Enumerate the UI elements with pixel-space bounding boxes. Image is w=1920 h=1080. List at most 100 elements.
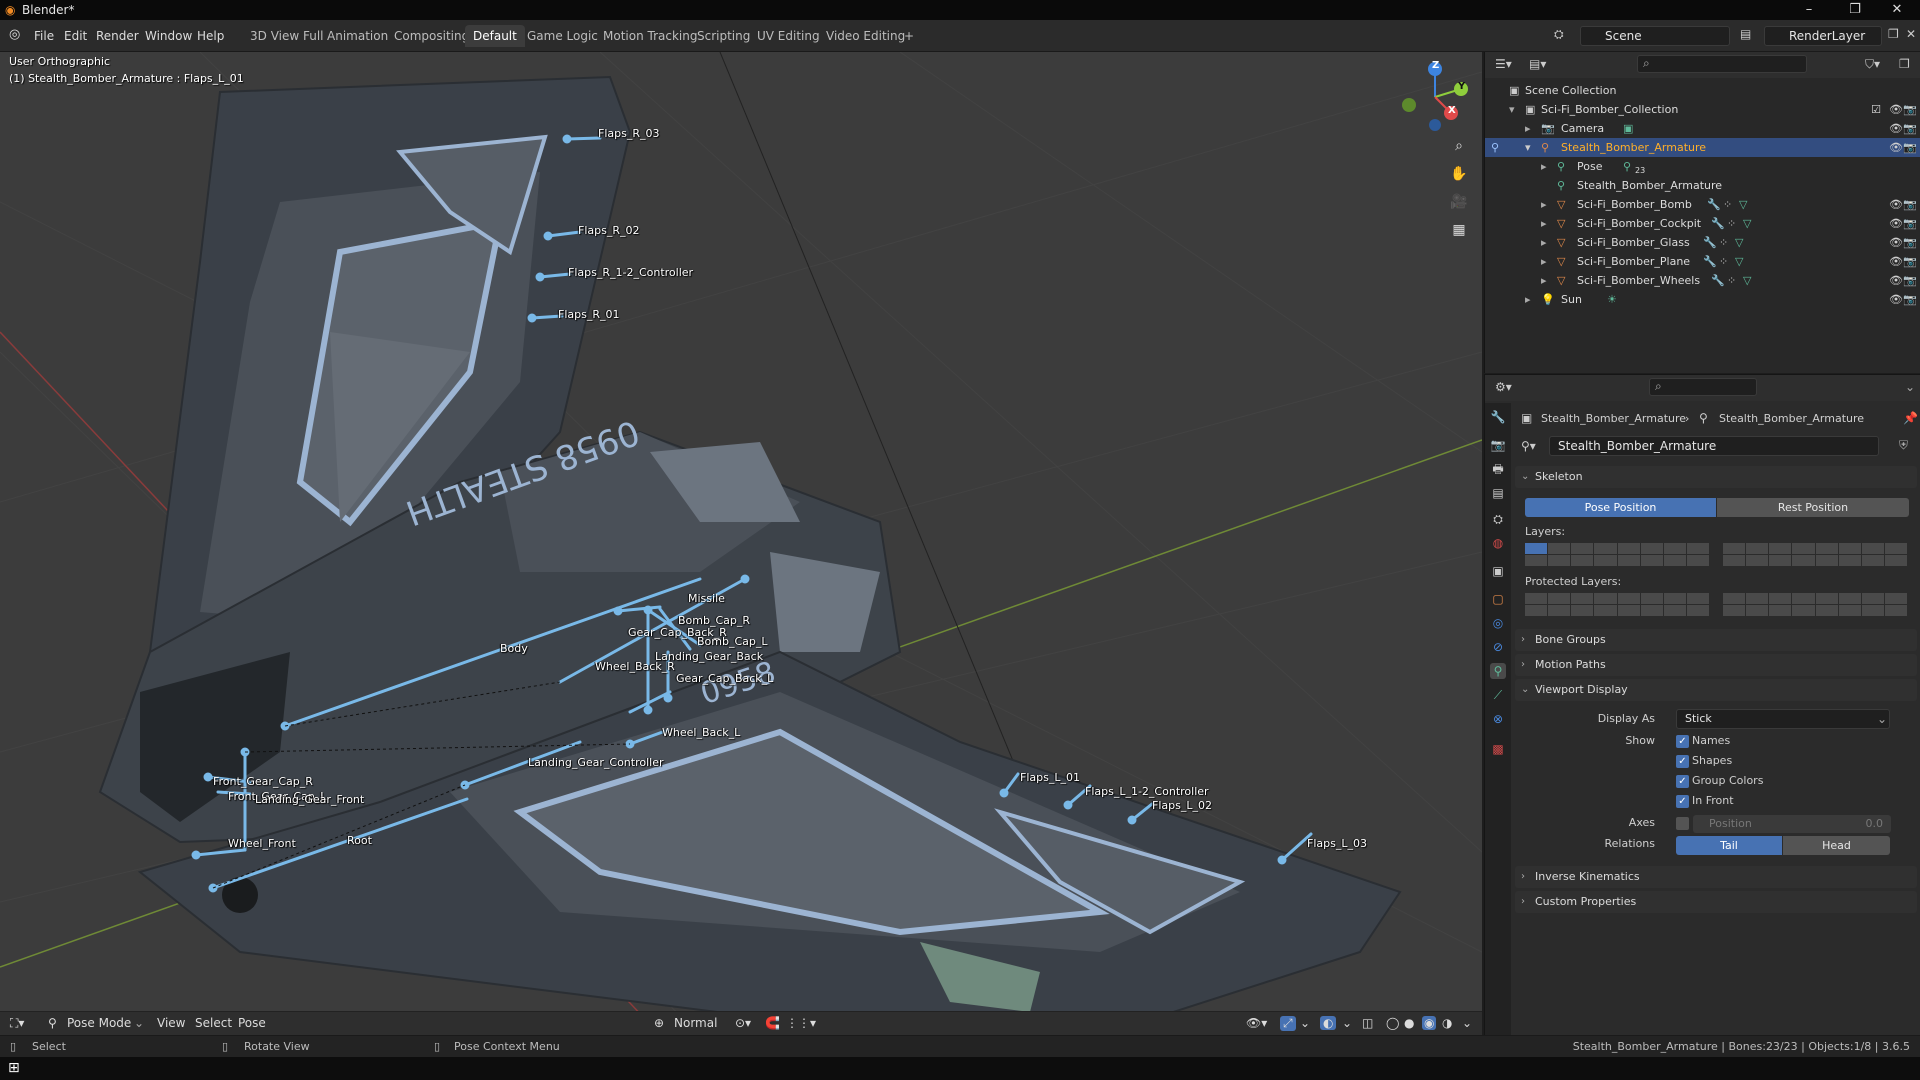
bone-label[interactable]: Wheel_Back_R (595, 660, 675, 673)
blender-menu-icon[interactable]: ◎ (9, 27, 20, 42)
expand-arrow-icon[interactable]: ▸ (1525, 119, 1531, 138)
gizmo-toggle-icon[interactable]: ⤢ (1280, 1016, 1296, 1031)
render-tab-icon[interactable]: 📷 (1490, 437, 1506, 453)
shading-rendered-icon[interactable]: ◑ (1442, 1016, 1452, 1030)
bone-label[interactable]: Wheel_Front (228, 837, 296, 850)
minimize-button[interactable]: – (1786, 0, 1832, 20)
expand-arrow-icon[interactable]: ▾ (1525, 138, 1531, 157)
names-checkbox[interactable]: ✓ (1676, 735, 1689, 748)
bone-label[interactable]: Landing_Gear_Controller (528, 756, 664, 769)
axes-checkbox[interactable] (1676, 817, 1689, 830)
pin-icon[interactable]: 📌 (1903, 411, 1918, 425)
render-camera-icon[interactable]: 📷 (1903, 119, 1917, 138)
mesh-data-icon[interactable]: ▽ (1743, 271, 1751, 290)
mesh-data-icon[interactable]: ▽ (1739, 195, 1747, 214)
sun-data-icon[interactable]: ☀ (1607, 290, 1617, 309)
menu-edit[interactable]: Edit (60, 27, 91, 45)
transform-orientation-dropdown[interactable]: Normal (674, 1016, 717, 1030)
display-mode-icon[interactable]: ▤▾ (1529, 57, 1546, 71)
eye-icon[interactable]: 👁 (1889, 252, 1903, 271)
mesh-data-icon[interactable]: ▽ (1735, 233, 1743, 252)
pivot-point-icon[interactable]: ⊙▾ (735, 1016, 751, 1030)
armature-data-icon[interactable]: ⚲▾ (1521, 439, 1536, 453)
bone-layers-grid-b[interactable] (1723, 543, 1907, 566)
tab-game-logic[interactable]: Game Logic (519, 25, 606, 47)
vertex-groups-icon[interactable]: ⁘ (1719, 252, 1728, 271)
bone-label[interactable]: Flaps_R_03 (598, 127, 659, 140)
mesh-data-icon[interactable]: ▽ (1743, 214, 1751, 233)
tab-scripting[interactable]: Scripting (689, 25, 758, 47)
object-tab-icon[interactable]: ▢ (1490, 591, 1506, 607)
modifier-icon[interactable]: 🔧 (1703, 252, 1717, 271)
bone-label[interactable]: Front_Gear_Cap_R (213, 775, 313, 788)
expand-arrow-icon[interactable]: ▸ (1541, 233, 1547, 252)
bone-label[interactable]: Flaps_R_1-2_Controller (568, 266, 693, 279)
eye-icon[interactable]: 👁 (1889, 119, 1903, 138)
outliner-row-camera[interactable]: ▸ 📷 Camera ▣ 👁 📷 (1485, 119, 1920, 138)
shading-solid-icon[interactable]: ● (1404, 1016, 1414, 1030)
bone-tab-icon[interactable]: ⟋ (1490, 687, 1506, 703)
vertex-groups-icon[interactable]: ⁘ (1727, 271, 1736, 290)
breadcrumb-data[interactable]: Stealth_Bomber_Armature (1719, 412, 1864, 425)
outliner-row-bomb[interactable]: ▸ ▽ Sci-Fi_Bomber_Bomb 🔧 ⁘ ▽ 👁 📷 (1485, 195, 1920, 214)
maximize-button[interactable]: ❐ (1832, 0, 1878, 20)
eye-icon[interactable]: 👁 (1889, 195, 1903, 214)
eye-icon[interactable]: 👁 (1889, 290, 1903, 309)
outliner-search-input[interactable] (1637, 55, 1807, 73)
tab-uv-editing[interactable]: UV Editing (749, 25, 828, 47)
menu-window[interactable]: Window (141, 27, 196, 45)
bone-label[interactable]: Flaps_L_1-2_Controller (1085, 785, 1209, 798)
chevron-down-icon[interactable]: ⌄ (1905, 380, 1915, 394)
eye-icon[interactable]: 👁 (1889, 214, 1903, 233)
outliner-row-armature-data[interactable]: ⚲ Stealth_Bomber_Armature (1485, 176, 1920, 195)
render-camera-icon[interactable]: 📷 (1903, 233, 1917, 252)
menu-view[interactable]: View (157, 1016, 185, 1030)
outliner-row-pose[interactable]: ▸ ⚲ Pose ⚲ 23 (1485, 157, 1920, 176)
properties-editor-icon[interactable]: ⚙▾ (1495, 380, 1512, 394)
axes-position-slider[interactable]: Position 0.0 (1693, 815, 1891, 833)
expand-arrow-icon[interactable]: ▸ (1541, 271, 1547, 290)
inverse-kinematics-panel-header[interactable]: › Inverse Kinematics (1515, 866, 1917, 888)
output-tab-icon[interactable]: 🖶 (1490, 461, 1506, 477)
close-button[interactable]: ✕ (1874, 0, 1920, 20)
menu-select[interactable]: Select (195, 1016, 232, 1030)
expand-arrow-icon[interactable]: ▸ (1541, 195, 1547, 214)
bone-label[interactable]: Flaps_L_01 (1020, 771, 1080, 784)
modifier-icon[interactable]: 🔧 (1703, 233, 1717, 252)
vertex-groups-icon[interactable]: ⁘ (1727, 214, 1736, 233)
outliner-row-sun[interactable]: ▸ 💡 Sun ☀ 👁 📷 (1485, 290, 1920, 309)
mode-dropdown[interactable]: Pose Mode (67, 1016, 131, 1030)
bone-label[interactable]: Gear_Cap_Back_L (676, 672, 773, 685)
exclude-checkbox[interactable]: ☑ (1871, 100, 1881, 119)
bone-label[interactable]: Flaps_L_03 (1307, 837, 1367, 850)
outliner-editor-icon[interactable]: ☰▾ (1495, 57, 1512, 71)
menu-file[interactable]: File (30, 27, 58, 45)
relations-tail-button[interactable]: Tail (1676, 836, 1782, 855)
remove-layer-icon[interactable]: ✕ (1906, 27, 1916, 41)
bone-layers-grid-a[interactable] (1525, 543, 1709, 566)
protected-layers-grid-b[interactable] (1723, 593, 1907, 616)
custom-properties-panel-header[interactable]: › Custom Properties (1515, 891, 1917, 913)
modifier-icon[interactable]: 🔧 (1711, 214, 1725, 233)
camera-view-icon[interactable]: 🎥 (1446, 189, 1472, 215)
render-camera-icon[interactable]: 📷 (1903, 195, 1917, 214)
bone-label[interactable]: Root (347, 834, 372, 847)
scene-field[interactable]: Scene (1580, 26, 1730, 46)
shading-wireframe-icon[interactable]: ◯ (1386, 1016, 1399, 1030)
new-layer-icon[interactable]: ❐ (1888, 27, 1899, 41)
overlay-toggle-icon[interactable]: ◐ (1320, 1016, 1337, 1030)
pan-hand-icon[interactable]: ✋ (1446, 161, 1472, 187)
menu-pose[interactable]: Pose (238, 1016, 266, 1030)
texture-tab-icon[interactable]: ▩ (1490, 741, 1506, 757)
expand-arrow-icon[interactable]: ▸ (1541, 214, 1547, 233)
camera-data-icon[interactable]: ▣ (1623, 119, 1633, 138)
eye-icon[interactable]: 👁 (1889, 138, 1903, 157)
3d-viewport[interactable]: 0958 STEALTH 0958 User Orthographic (1) … (0, 52, 1482, 1035)
scene-tab-icon[interactable]: ⛭ (1490, 511, 1506, 527)
properties-editor[interactable]: ⚙▾ ⌕ ⌄ 🔧 📷 🖶 ▤ ⛭ ◍ ▣ ▢ ◎ ⊘ ⚲ ⟋ ⊗ ▩ ▣ Ste… (1484, 374, 1920, 1036)
chevron-down-icon[interactable]: ⌄ (1300, 1016, 1310, 1030)
mesh-data-icon[interactable]: ▽ (1735, 252, 1743, 271)
view-layer-tab-icon[interactable]: ▤ (1490, 485, 1506, 501)
modifier-icon[interactable]: 🔧 (1711, 271, 1725, 290)
renderlayer-field[interactable]: RenderLayer (1764, 26, 1882, 46)
